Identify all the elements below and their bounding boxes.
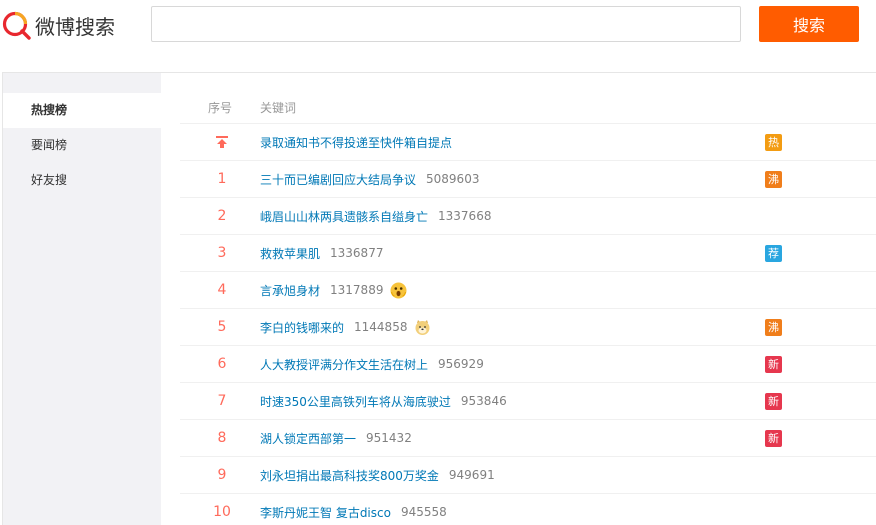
search-count: 1336877 [330,246,384,260]
hot-search-list: 序号 关键词 录取通知书不得投递至快件箱自提点 热 1 三十而已编剧回应大结局争议 50… [180,73,876,525]
hot-status-badge: 新 [765,393,782,410]
search-box[interactable] [151,6,741,42]
column-header-keyword: 关键词 [260,101,297,115]
search-logo-icon [2,11,31,40]
keyword-cell: 言承旭身材 1317889 [260,272,407,308]
keyword-link[interactable]: 救救苹果肌 [260,245,320,262]
keyword-link[interactable]: 时速350公里高铁列车将从海底驶过 [260,393,451,410]
weibo-search-logo[interactable]: 微博搜索 [2,8,115,42]
pinned-top-icon [200,124,244,160]
search-input[interactable] [152,7,740,41]
search-count: 953846 [460,394,507,408]
keyword-cell: 李白的钱哪来的 1144858 [260,309,431,345]
search-count: 956929 [438,357,484,371]
search-count: 1337668 [438,209,492,223]
rank-number: 5 [217,319,227,335]
rank-number: 2 [217,208,227,224]
column-header-rank: 序号 [208,101,233,115]
keyword-link[interactable]: 湖人锁定西部第一 [260,430,356,447]
rank-number: 1 [217,171,227,187]
list-row: 7 时速350公里高铁列车将从海底驶过 953846 新 [180,383,876,420]
rank-number: 9 [217,467,227,483]
keyword-cell: 峨眉山山林两具遗骸系自缢身亡 1337668 [260,198,491,234]
list-row: 2 峨眉山山林两具遗骸系自缢身亡 1337668 [180,198,876,235]
keyword-cell: 刘永坦捐出最高科技奖800万奖金 949691 [260,457,495,493]
logo-text: 微博搜索 [35,14,115,39]
keyword-cell: 三十而已编剧回应大结局争议 5089603 [260,161,479,197]
sidebar-item-friends[interactable]: 好友搜 [3,163,161,198]
list-row: 录取通知书不得投递至快件箱自提点 热 [180,124,876,161]
keyword-cell: 李斯丹妮王智 复古disco 945558 [260,494,447,525]
keyword-cell: 救救苹果肌 1336877 [260,235,383,271]
keyword-cell: 湖人锁定西部第一 951432 [260,420,412,456]
search-button[interactable]: 搜索 [759,6,859,42]
hot-status-badge: 荐 [765,245,782,262]
rank-number: 3 [217,245,227,261]
search-count: 951432 [366,431,412,445]
list-row: 6 人大教授评满分作文生活在树上 956929 新 [180,346,876,383]
list-row: 9 刘永坦捐出最高科技奖800万奖金 949691 [180,457,876,494]
list-rows: 录取通知书不得投递至快件箱自提点 热 1 三十而已编剧回应大结局争议 5089603 沸 2… [180,124,876,525]
keyword-link[interactable]: 李白的钱哪来的 [260,319,344,336]
rank-number: 8 [217,430,227,446]
keyword-link[interactable]: 刘永坦捐出最高科技奖800万奖金 [260,467,439,484]
list-row: 8 湖人锁定西部第一 951432 新 [180,420,876,457]
hot-status-badge: 沸 [765,319,782,336]
search-count: 949691 [448,468,495,482]
keyword-cell: 人大教授评满分作文生活在树上 956929 [260,346,484,382]
keyword-link[interactable]: 人大教授评满分作文生活在树上 [260,356,428,373]
keyword-link[interactable]: 李斯丹妮王智 复古disco [260,504,391,521]
sidebar-item-hot-search[interactable]: 热搜榜 [3,93,161,128]
list-row: 10 李斯丹妮王智 复古disco 945558 [180,494,876,525]
search-count: 945558 [400,505,447,519]
rank-number: 7 [217,393,227,409]
header: 微博搜索 搜索 [0,0,876,72]
keyword-cell: 录取通知书不得投递至快件箱自提点 [260,124,452,160]
rank-number: 10 [213,504,231,520]
list-row: 5 李白的钱哪来的 1144858 沸 [180,309,876,346]
rank-number: 6 [217,356,227,372]
keyword-link[interactable]: 言承旭身材 [260,282,320,299]
doge-face-icon [414,319,431,336]
keyword-cell: 时速350公里高铁列车将从海底驶过 953846 [260,383,507,419]
list-row: 4 言承旭身材 1317889 [180,272,876,309]
list-row: 3 救救苹果肌 1336877 荐 [180,235,876,272]
hot-status-badge: 新 [765,430,782,447]
hot-status-badge: 沸 [765,171,782,188]
sidebar: 热搜榜 要闻榜 好友搜 [3,73,161,525]
keyword-link[interactable]: 峨眉山山林两具遗骸系自缢身亡 [260,208,428,225]
list-header: 序号 关键词 [180,73,876,124]
search-count: 1144858 [354,320,408,334]
keyword-link[interactable]: 三十而已编剧回应大结局争议 [260,171,416,188]
search-count: 1317889 [330,283,384,297]
rank-number: 4 [217,282,227,298]
surprised-face-icon [390,282,407,299]
hot-status-badge: 热 [765,134,782,151]
search-count: 5089603 [426,172,480,186]
main-panel: 热搜榜 要闻榜 好友搜 序号 关键词 录取通知书不得投递至快件箱自提点 热 1 三十而已编… [2,72,876,525]
hot-status-badge: 新 [765,356,782,373]
keyword-link[interactable]: 录取通知书不得投递至快件箱自提点 [260,134,452,151]
sidebar-item-news[interactable]: 要闻榜 [3,128,161,163]
list-row: 1 三十而已编剧回应大结局争议 5089603 沸 [180,161,876,198]
